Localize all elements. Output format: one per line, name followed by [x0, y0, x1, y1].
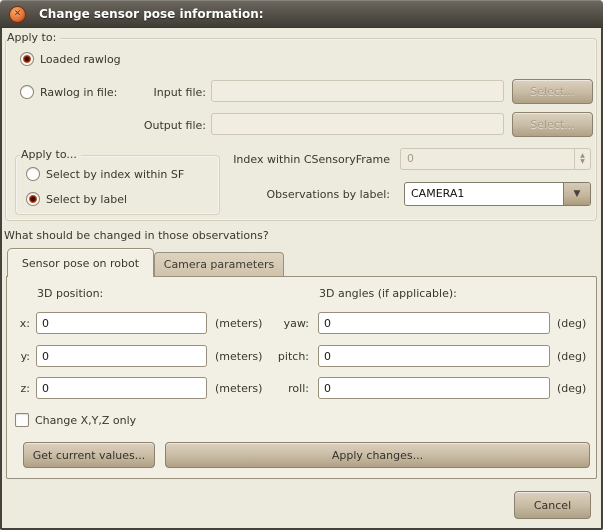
radio-select-by-index[interactable]: [26, 167, 40, 181]
x-unit: (meters): [215, 317, 262, 330]
combo-dropdown-button[interactable]: ▼: [563, 183, 590, 205]
index-within-sf-label: Index within CSensoryFrame: [228, 153, 390, 166]
close-icon: ✕: [14, 9, 22, 19]
observations-by-label-label: Observations by label:: [228, 188, 390, 201]
roll-input[interactable]: [318, 377, 550, 399]
roll-label: roll:: [257, 382, 309, 395]
apply-mode-legend: Apply to...: [20, 148, 81, 161]
radio-select-by-label[interactable]: [26, 192, 40, 206]
pitch-input[interactable]: [318, 345, 550, 367]
tab-sensor-pose[interactable]: Sensor pose on robot: [7, 248, 154, 277]
position-heading: 3D position:: [37, 287, 103, 300]
dropdown-icon: ▼: [574, 189, 581, 199]
pitch-unit: (deg): [557, 350, 586, 363]
output-file-label: Output file:: [106, 119, 206, 132]
tab-camera-parameters-label: Camera parameters: [164, 258, 274, 271]
y-input[interactable]: [36, 345, 207, 367]
radio-select-by-index-label: Select by index within SF: [46, 168, 184, 181]
yaw-unit: (deg): [557, 317, 586, 330]
tab-camera-parameters[interactable]: Camera parameters: [154, 252, 284, 277]
observations-combo[interactable]: CAMERA1 ▼: [404, 182, 591, 206]
window-title: Change sensor pose information:: [39, 7, 264, 21]
spin-down-icon[interactable]: ▼: [580, 159, 585, 165]
close-button[interactable]: ✕: [9, 6, 26, 23]
z-label: z:: [12, 382, 30, 395]
change-xyz-only-checkbox[interactable]: [15, 413, 29, 427]
change-xyz-only-label: Change X,Y,Z only: [35, 414, 136, 427]
get-current-values-button[interactable]: Get current values...: [23, 442, 155, 468]
y-label: y:: [12, 350, 30, 363]
radio-loaded-rawlog[interactable]: [20, 52, 34, 66]
radio-rawlog-in-file[interactable]: [20, 85, 34, 99]
apply-mode-frame: Apply to... Select by index within SF Se…: [15, 155, 220, 215]
title-bar[interactable]: ✕ Change sensor pose information:: [0, 0, 603, 28]
dialog-change-sensor-pose: ✕ Change sensor pose information: Apply …: [0, 0, 603, 530]
apply-to-legend: Apply to:: [6, 31, 60, 44]
input-file-label: Input file:: [106, 86, 206, 99]
x-label: x:: [12, 317, 30, 330]
yaw-input[interactable]: [318, 312, 550, 334]
spinner-arrows[interactable]: ▲▼: [574, 149, 590, 169]
cancel-button[interactable]: Cancel: [514, 491, 591, 519]
roll-unit: (deg): [557, 382, 586, 395]
index-within-sf-spinner[interactable]: 0 ▲▼: [400, 148, 591, 170]
sensor-pose-panel: 3D position: 3D angles (if applicable): …: [6, 276, 597, 479]
index-within-sf-value: 0: [401, 149, 574, 169]
angles-heading: 3D angles (if applicable):: [319, 287, 457, 300]
y-unit: (meters): [215, 350, 262, 363]
input-file-select-button[interactable]: Select...: [512, 79, 593, 104]
pitch-label: pitch:: [257, 350, 309, 363]
radio-select-by-label-label: Select by label: [46, 193, 127, 206]
observations-combo-value: CAMERA1: [405, 183, 563, 205]
x-input[interactable]: [36, 312, 207, 334]
input-file-field[interactable]: [211, 80, 504, 102]
z-unit: (meters): [215, 382, 262, 395]
radio-loaded-rawlog-label: Loaded rawlog: [40, 53, 121, 66]
output-file-select-button[interactable]: Select...: [512, 112, 593, 137]
apply-changes-button[interactable]: Apply changes...: [165, 442, 590, 468]
question-label: What should be changed in those observat…: [4, 229, 269, 242]
apply-to-frame: Apply to: Loaded rawlog Rawlog in file: …: [5, 38, 597, 221]
yaw-label: yaw:: [257, 317, 309, 330]
tab-sensor-pose-label: Sensor pose on robot: [22, 257, 139, 270]
output-file-field[interactable]: [211, 113, 504, 135]
z-input[interactable]: [36, 377, 207, 399]
